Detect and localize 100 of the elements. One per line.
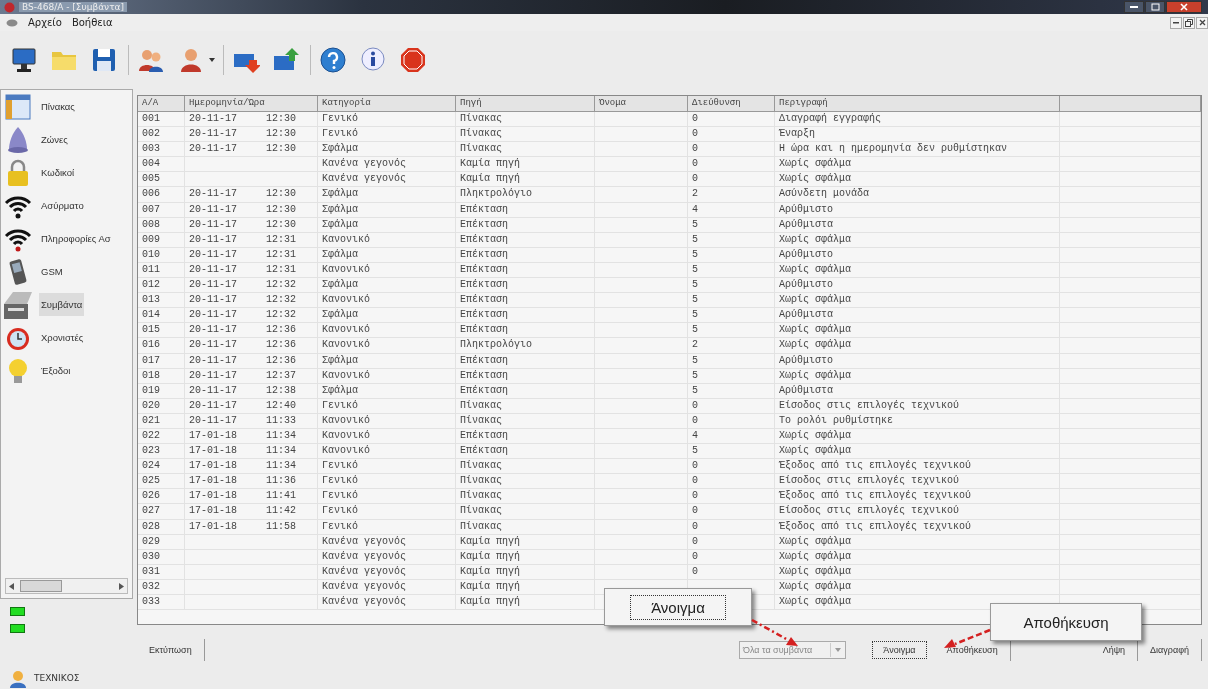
sidebar-item[interactable]: Κωδικοί — [39, 161, 77, 184]
stop-sign-icon — [399, 46, 427, 74]
table-cell: 005 — [142, 173, 160, 185]
sidebar-item[interactable]: Έξοδοι — [39, 359, 73, 382]
worker-icon — [8, 668, 28, 688]
info-icon — [359, 46, 387, 74]
table-cell: 010 — [142, 248, 160, 260]
table-cell: Επέκταση — [460, 279, 508, 291]
table-cell: Η ώρα και η ημερομηνία δεν ρυθμίστηκαν — [779, 143, 1008, 155]
table-cell: Χωρίς σφάλμα — [779, 445, 851, 457]
table-cell: 4 — [692, 429, 698, 441]
close-button[interactable] — [1196, 16, 1208, 29]
table-cell: 029 — [142, 535, 160, 547]
sidebar-item[interactable]: GSM — [39, 260, 65, 283]
table-cell: 20-11-17 12:36 — [189, 339, 296, 351]
table-cell: 17-01-18 11:36 — [189, 475, 296, 487]
menu-item[interactable]: Βοήθεια — [71, 17, 113, 28]
menu-item[interactable]: Αρχείο — [28, 17, 62, 28]
table-cell: 0 — [692, 399, 698, 411]
minimize-button[interactable] — [1170, 16, 1182, 29]
table-cell: 4 — [692, 203, 698, 215]
table-cell: 5 — [692, 445, 698, 457]
table-cell: Χωρίς σφάλμα — [779, 550, 851, 562]
table-cell: Γενικό — [322, 475, 358, 487]
sidebar-item[interactable]: Πίνακας — [39, 95, 77, 118]
table-cell: Χωρίς σφάλμα — [779, 263, 851, 275]
table-cell: 015 — [142, 324, 160, 336]
minimize-button[interactable] — [1124, 1, 1144, 13]
table-cell: 2 — [692, 188, 698, 200]
table-cell: Πίνακας — [460, 128, 502, 140]
table-cell: Κανονικό — [322, 369, 370, 381]
window-title: BS-468/A - [Συμβάντα] — [19, 2, 127, 12]
horizontal-scrollbar[interactable] — [5, 578, 128, 594]
column-header[interactable]: Πηγή — [456, 96, 595, 111]
table-cell: 002 — [142, 128, 160, 140]
maximize-button[interactable] — [1145, 1, 1165, 13]
table-cell: 20-11-17 12:32 — [189, 294, 296, 306]
table-cell: 5 — [692, 354, 698, 366]
caret-icon — [835, 648, 842, 652]
table-cell: 004 — [142, 158, 160, 170]
scroll-right-icon — [119, 582, 124, 590]
table-cell: Καμία πηγή — [460, 158, 520, 170]
table-cell: Επέκταση — [460, 294, 508, 306]
table-cell: 011 — [142, 263, 160, 275]
table-cell: Σφάλμα — [322, 188, 358, 200]
table-cell: Επέκταση — [460, 384, 508, 396]
table-cell: 0 — [692, 535, 698, 547]
table-cell: Πληκτρολόγιο — [460, 339, 532, 351]
sidebar-item[interactable]: Συμβάντα — [39, 293, 85, 316]
minimize-icon — [1173, 21, 1179, 24]
column-header[interactable]: Κατηγορία — [318, 96, 456, 111]
table-cell: 0 — [692, 505, 698, 517]
minimize-icon — [1130, 5, 1138, 9]
table-cell: Είσοδος στις επιλογές τεχνικού — [779, 505, 960, 517]
table-cell: Γενικό — [322, 460, 358, 472]
column-header[interactable]: Όνομα — [595, 96, 688, 111]
column-header[interactable]: Ημερομηνία/Ώρα — [185, 96, 318, 111]
caret-icon — [209, 58, 215, 62]
table-cell: Χωρίς σφάλμα — [779, 565, 851, 577]
table-cell: Σφάλμα — [322, 354, 358, 366]
column-header[interactable]: Α/Α — [138, 96, 185, 111]
sidebar-item[interactable]: Ζώνες — [39, 128, 70, 151]
table-cell: 20-11-17 12:40 — [189, 399, 296, 411]
sidebar-item[interactable]: Πληροφορίες Ασ — [39, 227, 113, 250]
column-header[interactable]: Περιγραφή — [775, 96, 1060, 111]
table-cell: Αρύθμιστο — [779, 248, 833, 260]
table-cell: Κανένα γεγονός — [322, 580, 406, 592]
table-cell: Έξοδος από τις επιλογές τεχνικού — [779, 520, 972, 532]
close-button[interactable] — [1166, 1, 1202, 13]
table-cell: 027 — [142, 505, 160, 517]
table-cell: Κανονικό — [322, 339, 370, 351]
table-cell: 022 — [142, 429, 160, 441]
table-cell: 20-11-17 12:31 — [189, 248, 296, 260]
table-cell: Είσοδος στις επιλογές τεχνικού — [779, 475, 960, 487]
table-cell: Γενικό — [322, 399, 358, 411]
table-cell: Πίνακας — [460, 414, 502, 426]
table-cell: 5 — [692, 248, 698, 260]
table-cell: Πίνακας — [460, 490, 502, 502]
table-cell: Επέκταση — [460, 324, 508, 336]
restore-button[interactable] — [1183, 16, 1195, 29]
table-cell: Κανονικό — [322, 233, 370, 245]
table-cell: 20-11-17 12:30 — [189, 203, 296, 215]
table-cell: Πίνακας — [460, 460, 502, 472]
scrollbar-thumb[interactable] — [20, 580, 62, 592]
open-button[interactable]: Άνοιγμα — [872, 641, 927, 659]
app-icon — [4, 1, 15, 13]
sidebar-item[interactable]: Χρονιστές — [39, 326, 86, 349]
table-cell: 0 — [692, 414, 698, 426]
print-button[interactable]: Εκτύπωση — [137, 639, 205, 661]
table-cell: 5 — [692, 218, 698, 230]
table-cell: Χωρίς σφάλμα — [779, 324, 851, 336]
callout-label: Άνοιγμα — [604, 588, 752, 626]
floppy-icon — [90, 46, 118, 74]
sidebar-item[interactable]: Ασύρματο — [39, 194, 86, 217]
column-header[interactable]: Διεύθυνση — [688, 96, 775, 111]
table-cell: Σφάλμα — [322, 218, 358, 230]
maximize-icon — [1150, 3, 1160, 11]
table-cell: 017 — [142, 354, 160, 366]
table-cell: Σφάλμα — [322, 143, 358, 155]
table-cell: Κανονικό — [322, 414, 370, 426]
